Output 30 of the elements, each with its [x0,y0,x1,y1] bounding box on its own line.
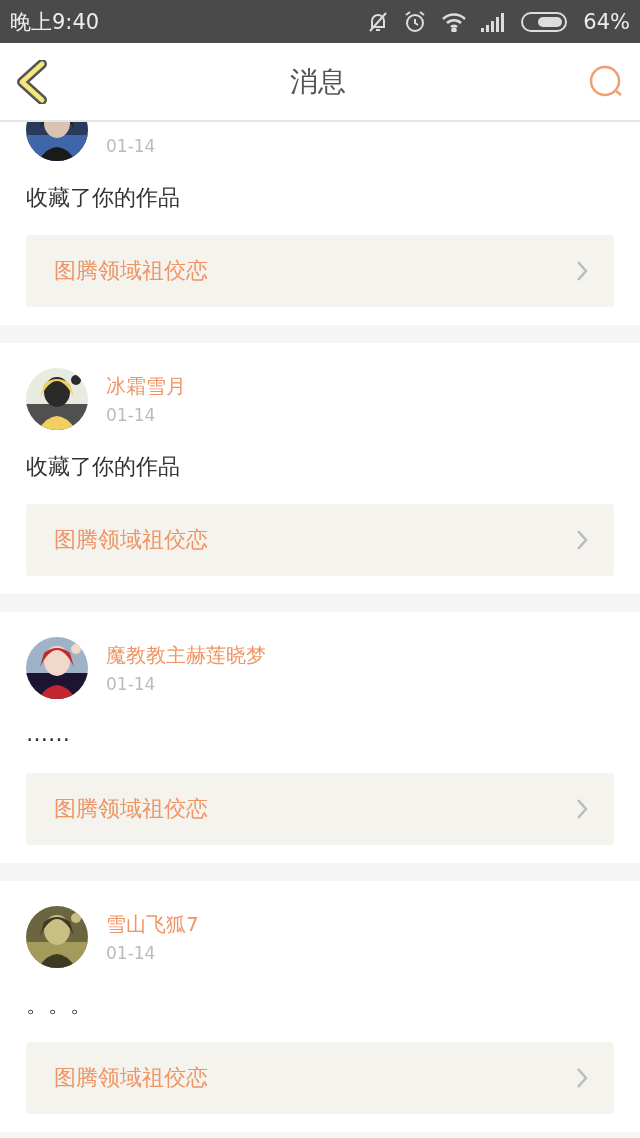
message-date: 01-14 [106,136,156,156]
message-date: 01-14 [106,943,157,963]
work-link[interactable]: 图腾领域祖佼恋 [26,504,614,576]
chevron-right-icon [576,529,588,551]
battery-percent: 64% [583,9,630,34]
message-text: 收藏了你的作品 [26,453,181,481]
chevron-right-icon [576,260,588,282]
work-title: 图腾领域祖佼恋 [54,795,208,823]
work-link[interactable]: 图腾领域祖佼恋 [26,773,614,845]
message-date: 01-14 [106,405,157,425]
chevron-right-icon [576,1067,588,1089]
message-text: 收藏了你的作品 [26,184,181,212]
work-link[interactable]: 图腾领域祖佼恋 [26,1042,614,1114]
user-name[interactable]: 雪山飞狐7 [106,911,199,937]
message-text: …… [26,721,71,748]
status-time: 晚上9:40 [10,8,101,36]
bell-off-icon [367,10,390,33]
wifi-icon [441,11,468,32]
chevron-right-icon [576,798,588,820]
message-text: 。。。 [26,991,93,1019]
battery-icon [521,10,570,33]
page-title: 消息 [290,63,346,100]
work-title: 图腾领域祖佼恋 [54,1064,208,1092]
work-link[interactable]: 图腾领域祖佼恋 [26,235,614,307]
user-name[interactable]: 魔教教主赫莲晓梦 [106,642,266,668]
work-title: 图腾领域祖佼恋 [54,526,208,554]
message-date: 01-14 [106,674,157,694]
back-icon[interactable] [16,59,48,104]
work-title: 图腾领域祖佼恋 [54,257,208,285]
user-name[interactable]: 冰霜雪月 [106,373,186,399]
